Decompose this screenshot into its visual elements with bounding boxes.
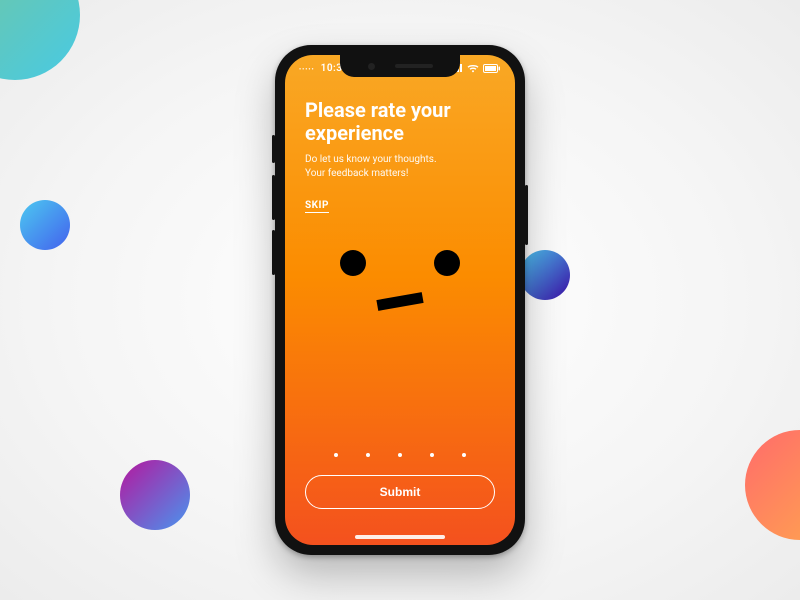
subtitle-line: Your feedback matters! <box>305 168 408 179</box>
submit-button[interactable]: Submit <box>305 475 495 509</box>
pager-dot[interactable] <box>366 453 370 457</box>
bg-decoration-circle <box>20 200 70 250</box>
face-eyes <box>340 250 460 276</box>
wifi-icon <box>467 64 479 73</box>
pager-dot[interactable] <box>334 453 338 457</box>
face-eye <box>434 250 460 276</box>
front-camera-icon <box>368 63 375 70</box>
phone-frame: ••••• 10:30 Please rate your experience … <box>275 45 525 555</box>
neutral-face-icon <box>285 250 515 307</box>
skip-button[interactable]: SKIP <box>305 200 329 213</box>
bg-decoration-circle <box>0 0 80 80</box>
home-indicator[interactable] <box>355 535 445 539</box>
pager-dot[interactable] <box>398 453 402 457</box>
subtitle-line: Do let us know your thoughts. <box>305 154 437 165</box>
phone-side-button <box>272 135 275 163</box>
face-eye <box>340 250 366 276</box>
phone-notch <box>340 55 460 77</box>
pager-dot[interactable] <box>462 453 466 457</box>
battery-icon <box>483 64 501 73</box>
carrier-dots: ••••• <box>299 66 315 73</box>
rating-pager[interactable] <box>285 453 515 457</box>
screen: ••••• 10:30 Please rate your experience … <box>285 55 515 545</box>
bg-decoration-circle <box>120 460 190 530</box>
speaker-grille <box>395 64 433 68</box>
page-title: Please rate your experience <box>305 99 495 145</box>
bg-decoration-circle <box>520 250 570 300</box>
pager-dot[interactable] <box>430 453 434 457</box>
phone-side-button <box>272 175 275 220</box>
page-subtitle: Do let us know your thoughts. Your feedb… <box>305 153 495 181</box>
phone-side-button <box>525 185 528 245</box>
phone-side-button <box>272 230 275 275</box>
bg-decoration-circle <box>745 430 800 540</box>
